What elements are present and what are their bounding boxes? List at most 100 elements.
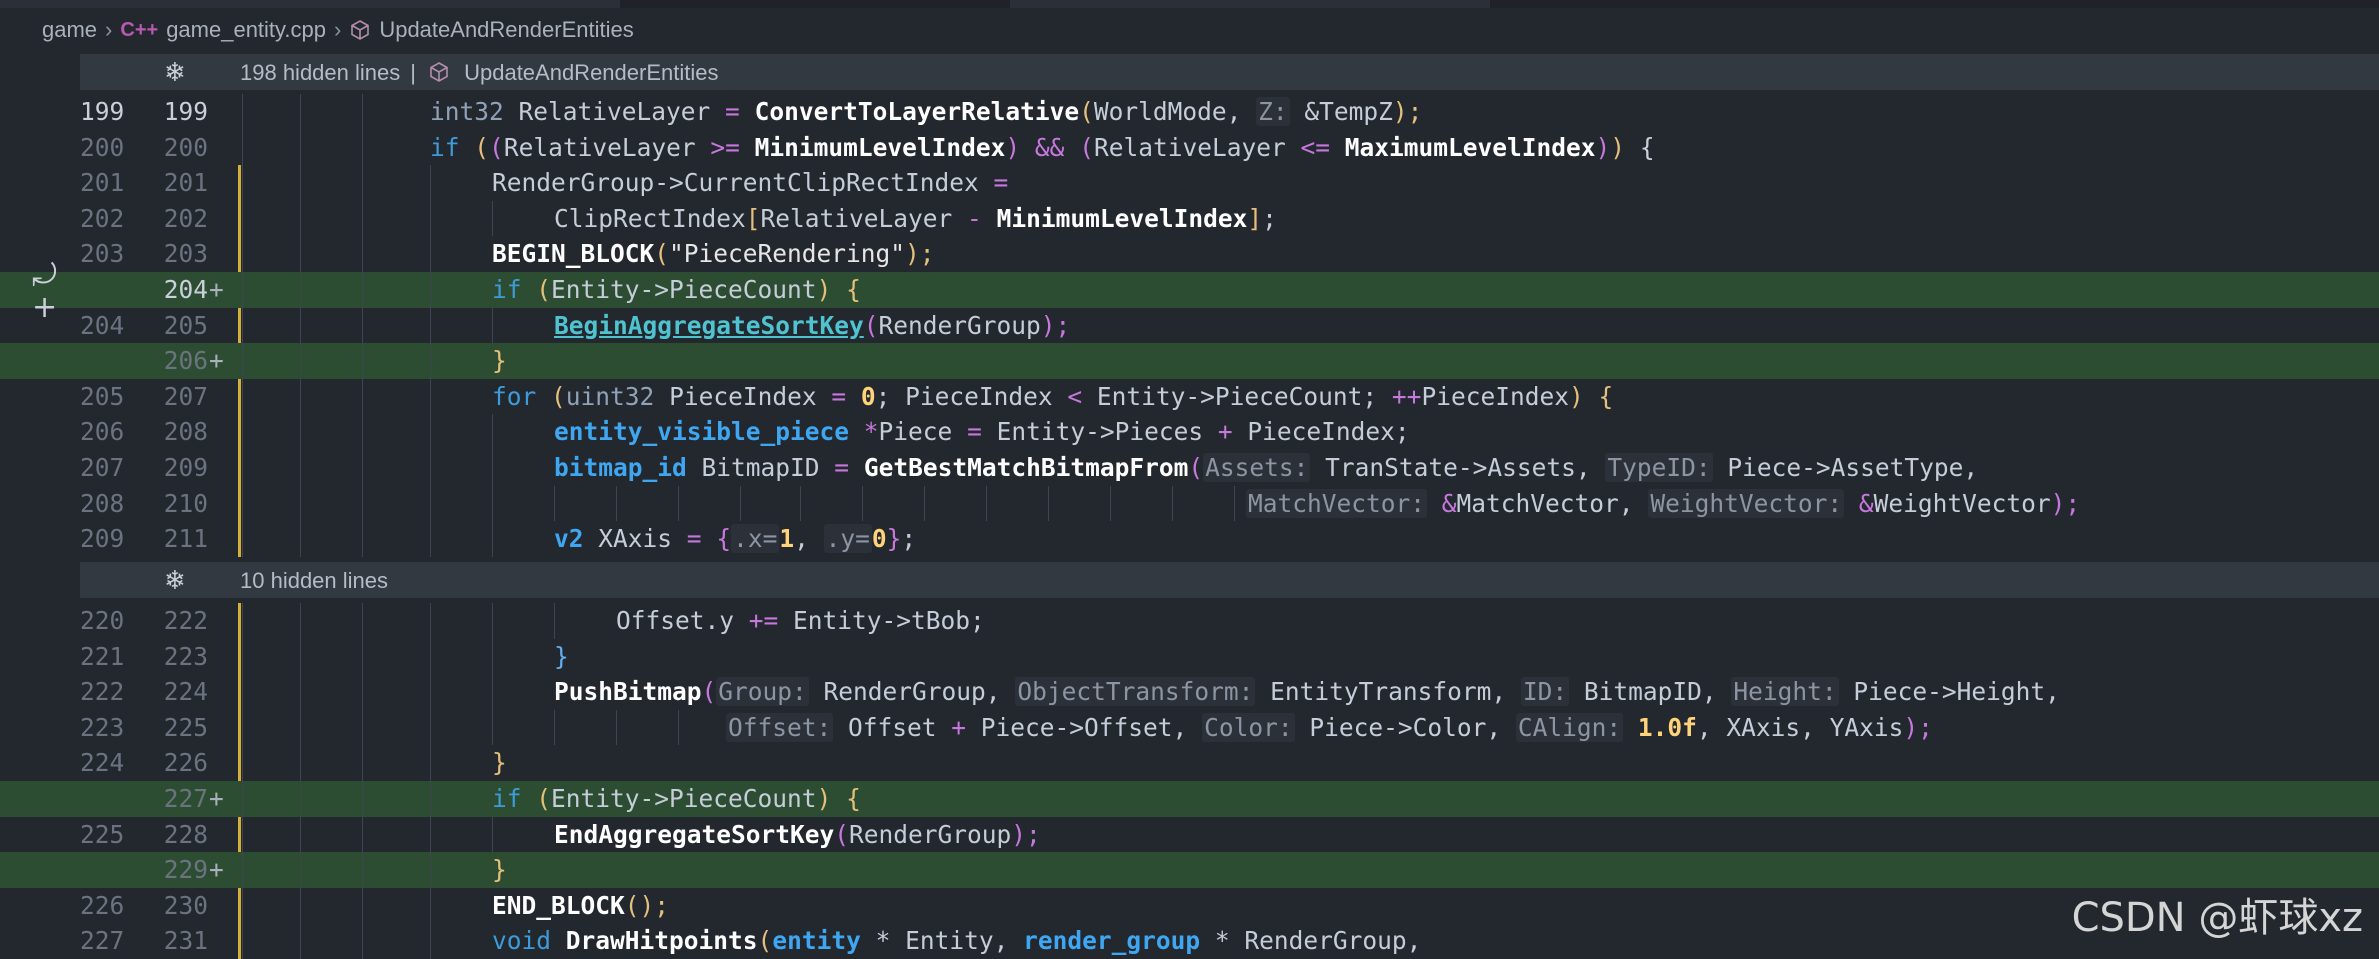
code-line[interactable]: 227 + if (Entity->PieceCount) { xyxy=(0,781,2379,817)
indent-guide xyxy=(1234,485,1235,522)
code-text[interactable]: } xyxy=(492,745,507,781)
code-token: if xyxy=(492,275,522,304)
plus-icon[interactable]: + xyxy=(32,290,57,325)
code-token: & xyxy=(1441,488,1457,518)
code-token: uint32 xyxy=(565,381,655,411)
code-text[interactable]: ClipRectIndex[RelativeLayer - MinimumLev… xyxy=(554,201,1277,237)
code-text[interactable]: BeginAggregateSortKey(RenderGroup); xyxy=(554,308,1070,344)
indent-guide xyxy=(242,378,243,415)
code-text[interactable]: BEGIN_BLOCK("PieceRendering"); xyxy=(492,236,935,272)
indent-guide xyxy=(300,165,301,201)
code-line[interactable]: 229 +} xyxy=(0,852,2379,888)
code-token: RelativeLayer xyxy=(503,97,726,126)
code-text[interactable]: EndAggregateSortKey(RenderGroup); xyxy=(554,817,1041,853)
code-text[interactable]: RenderGroup->CurrentClipRectIndex = xyxy=(492,165,1008,201)
indent-guide xyxy=(430,709,431,746)
code-text[interactable]: } xyxy=(554,639,569,675)
code-token: RelativeLayer xyxy=(503,132,711,162)
old-line-number: 203 xyxy=(80,239,125,269)
code-token: ( xyxy=(863,310,879,340)
code-text[interactable]: bitmap_id BitmapID = GetBestMatchBitmapF… xyxy=(554,450,1978,486)
code-line[interactable]: 224 226} xyxy=(0,745,2379,781)
new-line-number: 225 xyxy=(163,712,208,742)
code-token: + xyxy=(951,712,967,742)
code-token: WeightVector xyxy=(1873,488,2051,518)
indent-guide xyxy=(430,343,431,379)
code-text[interactable]: PushBitmap(Group: RenderGroup, ObjectTra… xyxy=(554,674,2060,710)
code-line[interactable]: 220 222 Offset.y += Entity->tBob; xyxy=(0,603,2379,639)
code-line[interactable]: 204 + if (Entity->PieceCount) { xyxy=(0,272,2379,308)
code-text[interactable]: END_BLOCK(); xyxy=(492,888,669,924)
old-line-number: 200 xyxy=(80,132,125,162)
indent-guide xyxy=(430,603,431,639)
indent-guide xyxy=(300,236,301,272)
code-text[interactable]: v2 XAxis = {.x=1, .y=0}; xyxy=(554,521,916,557)
code-token: DrawHitpoints xyxy=(565,926,758,956)
folded-region-2[interactable]: ❄ 10 hidden lines xyxy=(80,562,2379,598)
code-text[interactable]: } xyxy=(492,343,507,379)
indent-guide xyxy=(242,272,243,308)
hidden-lines-count: 198 hidden lines xyxy=(240,60,401,85)
chevron-right-icon: › xyxy=(105,17,113,42)
code-text[interactable]: } xyxy=(492,852,507,888)
code-token: void xyxy=(492,926,552,956)
code-line[interactable]: 206 +} xyxy=(0,343,2379,379)
breadcrumb-symbol[interactable]: UpdateAndRenderEntities xyxy=(379,17,633,43)
old-line-number: 225 xyxy=(80,819,125,849)
code-line[interactable]: 204 205 BeginAggregateSortKey(RenderGroup)… xyxy=(0,307,2379,344)
code-token: BeginAggregateSortKey xyxy=(554,310,864,340)
code-line[interactable]: 199 199 int32 RelativeLayer = ConvertToLay… xyxy=(0,94,2379,130)
indent-guide xyxy=(300,816,301,853)
code-text[interactable]: MatchVector: &MatchVector, WeightVector:… xyxy=(1246,486,2080,522)
code-line[interactable]: 201 201 RenderGroup->CurrentClipRectIndex … xyxy=(0,165,2379,201)
code-line[interactable]: 206 208 entity_visible_piece *Piece = Enti… xyxy=(0,414,2379,450)
code-text[interactable]: entity_visible_piece *Piece = Entity->Pi… xyxy=(554,414,1410,450)
code-text[interactable]: for (uint32 PieceIndex = 0; PieceIndex <… xyxy=(492,379,1613,415)
code-token: BitmapID xyxy=(686,453,835,482)
code-line[interactable]: 203 203 BEGIN_BLOCK("PieceRendering"); xyxy=(0,236,2379,272)
code-text[interactable]: Offset.y += Entity->tBob; xyxy=(616,603,985,639)
undo-arrow-icon[interactable]: ⤾ xyxy=(32,258,57,293)
code-line[interactable]: 209 211 v2 XAxis = {.x=1, .y=0}; xyxy=(0,521,2379,557)
indent-guide xyxy=(430,887,431,924)
code-line[interactable]: 207 209 bitmap_id BitmapID = GetBestMatchB… xyxy=(0,450,2379,486)
code-line[interactable]: 208 210 MatchVector: &MatchVector, WeightV… xyxy=(0,485,2379,522)
unfold-icon[interactable]: ❄ xyxy=(164,567,186,593)
indent-guide xyxy=(300,887,301,924)
breadcrumb-folder[interactable]: game xyxy=(42,17,97,43)
code-line[interactable]: 227 231 void DrawHitpoints(entity * Entity… xyxy=(0,923,2379,959)
code-text[interactable]: void DrawHitpoints(entity * Entity, rend… xyxy=(492,923,1421,959)
code-line[interactable]: 200 200 if ((RelativeLayer >= MinimumLevel… xyxy=(0,129,2379,166)
code-text[interactable]: Offset: Offset + Piece->Offset, Color: P… xyxy=(726,710,1933,746)
code-token: - xyxy=(967,203,982,233)
indent-guide xyxy=(242,200,243,237)
indent-guide xyxy=(430,378,431,415)
breadcrumb-file[interactable]: game_entity.cpp xyxy=(166,17,326,43)
unfold-icon[interactable]: ❄ xyxy=(164,59,186,85)
added-line-marker: + xyxy=(209,855,224,885)
code-line[interactable]: 223 225 Offset: Offset + Piece->Offset, Co… xyxy=(0,709,2379,746)
folded-region-1[interactable]: ❄ 198 hidden lines | UpdateAndRenderEntit… xyxy=(80,54,2379,90)
code-line[interactable]: 226 230 END_BLOCK(); xyxy=(0,887,2379,924)
code-line[interactable]: 222 224 PushBitmap(Group: RenderGroup, Obj… xyxy=(0,674,2379,710)
code-line[interactable]: 205 207 for (uint32 PieceIndex = 0; PieceI… xyxy=(0,378,2379,415)
code-text[interactable]: int32 RelativeLayer = ConvertToLayerRela… xyxy=(430,94,1422,130)
fold-symbol[interactable]: UpdateAndRenderEntities xyxy=(464,60,718,85)
tab-strip-segment xyxy=(1010,0,1490,8)
old-line-number: 227 xyxy=(80,926,125,956)
indent-guide xyxy=(300,94,301,130)
indent-guide xyxy=(242,414,243,450)
code-line[interactable]: 221 223} xyxy=(0,638,2379,675)
code-text[interactable]: if ((RelativeLayer >= MinimumLevelIndex)… xyxy=(430,130,1655,166)
code-line[interactable]: 225 228 EndAggregateSortKey(RenderGroup); xyxy=(0,816,2379,853)
indent-guide xyxy=(242,603,243,639)
code-token: RenderGroup, xyxy=(808,677,1016,707)
code-line[interactable]: 202 202 ClipRectIndex[RelativeLayer - Mini… xyxy=(0,200,2379,237)
code-text[interactable]: if (Entity->PieceCount) { xyxy=(492,781,861,817)
code-text[interactable]: if (Entity->PieceCount) { xyxy=(492,272,861,308)
code-token: PieceIndex xyxy=(1421,381,1569,411)
